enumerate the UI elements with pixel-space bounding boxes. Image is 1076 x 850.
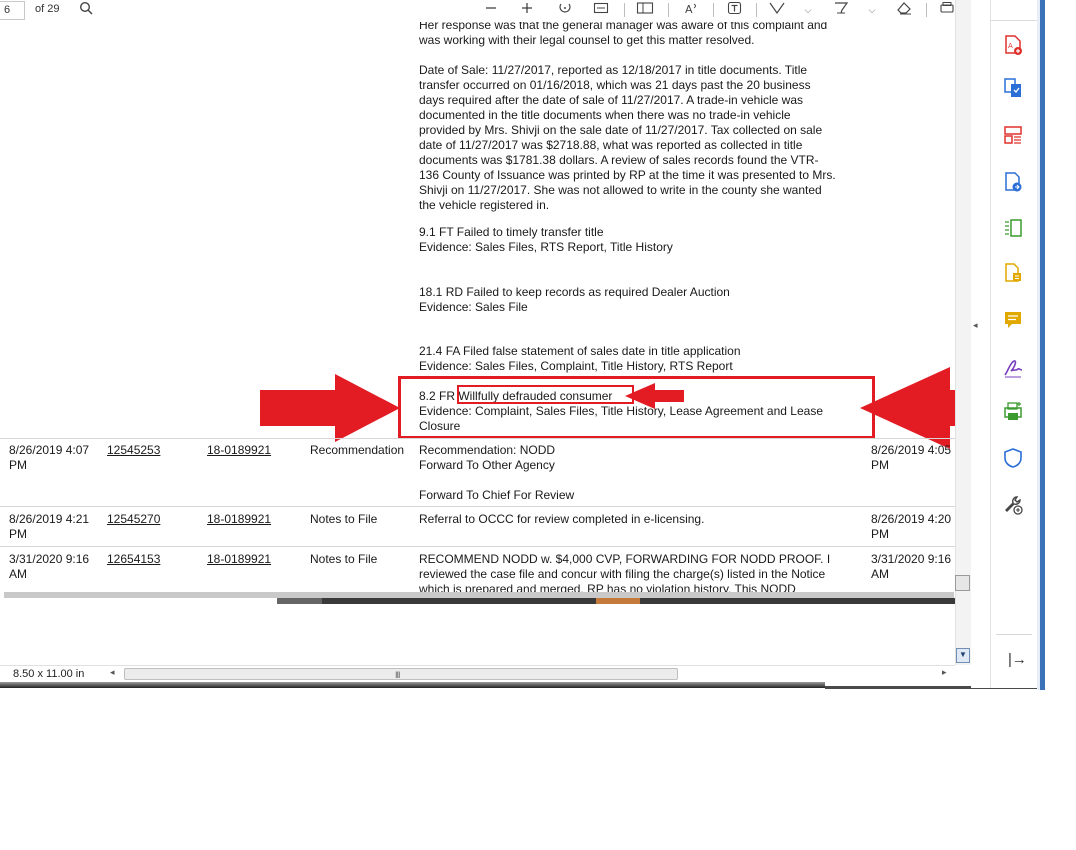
date-line: AM [9, 567, 27, 581]
date-line: PM [871, 527, 889, 541]
vertical-scrollbar[interactable] [955, 0, 972, 665]
row-case-link[interactable]: 18-0189921 [207, 512, 271, 527]
status-bar: 8.50 x 11.00 in ◂ III ▸ [0, 665, 955, 682]
more-tools-icon[interactable] [1002, 494, 1024, 516]
toolbar-divider [624, 3, 625, 17]
page-total-label: of 29 [35, 3, 60, 15]
rotate-icon[interactable] [557, 1, 573, 19]
table-row-divider [0, 546, 955, 547]
fill-sign-icon[interactable] [1002, 357, 1024, 379]
zoom-out-icon[interactable] [484, 1, 498, 19]
search-icon[interactable] [78, 1, 94, 19]
zoom-in-icon[interactable] [520, 1, 534, 19]
table-row-divider [0, 506, 955, 507]
date-line: 8/26/2019 4:07 [9, 443, 90, 457]
toolbar-divider [756, 3, 757, 17]
scroll-left-button[interactable]: ◂ [110, 667, 115, 678]
horizontal-scrollbar-thumb[interactable]: III [124, 668, 678, 680]
highlight-icon[interactable] [768, 1, 786, 19]
annotation-arrow-small [625, 383, 684, 409]
row-date: 8/26/2019 4:21 PM [9, 512, 89, 542]
date-line: 8/26/2019 4:21 [9, 512, 90, 526]
text-line: reviewed the case file and concur with f… [419, 567, 826, 581]
date-line: PM [871, 458, 889, 472]
text-box-icon[interactable] [727, 1, 743, 19]
date-line: PM [9, 458, 27, 472]
erase-icon[interactable] [895, 1, 913, 19]
text-line: RECOMMEND NODD w. $4,000 CVP, FORWARDING… [419, 552, 831, 566]
row-id-link[interactable]: 12545270 [107, 512, 160, 527]
date-line: 8/26/2019 4:05 [871, 443, 952, 457]
pane-top-line [990, 20, 1040, 21]
comment-icon[interactable] [1002, 309, 1024, 331]
text-line: Recommendation: NODD [419, 443, 556, 457]
pdf-viewer-window: 6 of 29 A ⌵ ⌵ Her response was that the … [0, 0, 1045, 690]
date-line: AM [871, 567, 889, 581]
table-row-divider [0, 438, 955, 439]
page-shadow-strip [596, 598, 640, 604]
pane-divider [990, 0, 991, 688]
date-line: 8/26/2019 4:20 [871, 512, 952, 526]
row-updated: 8/26/2019 4:05 PM [871, 443, 951, 473]
text-line: which is prepared and merged. RP has no … [419, 582, 796, 592]
protect-icon[interactable] [1002, 447, 1024, 469]
export-pdf-icon[interactable] [1002, 77, 1024, 99]
svg-text:A: A [1008, 42, 1013, 50]
page-shadow-strip [277, 598, 322, 604]
scrollbar-grip: III [395, 670, 400, 680]
chevron-down-icon[interactable]: ⌵ [867, 1, 877, 19]
row-notes: Recommendation: NODD Forward To Other Ag… [419, 443, 869, 503]
organize-pages-icon[interactable] [1002, 124, 1024, 146]
page-size-label[interactable]: 8.50 x 11.00 in [13, 668, 84, 680]
fit-width-icon[interactable] [593, 1, 609, 19]
row-case-link[interactable]: 18-0189921 [207, 443, 271, 458]
read-aloud-icon[interactable]: A [684, 1, 700, 19]
date-line: 3/31/2020 9:16 [871, 552, 952, 566]
collapse-pane-button[interactable]: ◂ [973, 320, 978, 331]
text-line: Forward To Other Agency [419, 458, 555, 472]
scroll-down-button[interactable]: ▼ [956, 648, 970, 663]
toolbar-divider [713, 3, 714, 17]
edit-pdf-icon[interactable] [1002, 171, 1024, 193]
page-number-input[interactable]: 6 [0, 1, 25, 20]
compress-pdf-icon[interactable] [1002, 217, 1024, 239]
exit-pane-icon[interactable]: |→ [1008, 651, 1027, 668]
draw-icon[interactable] [832, 1, 850, 19]
toolbar-divider [926, 3, 927, 17]
window-border [1040, 0, 1045, 690]
row-type: Notes to File [310, 552, 378, 566]
toolbar-divider [668, 3, 669, 17]
scroll-right-button[interactable]: ▸ [942, 667, 947, 678]
export-pages-icon[interactable] [1002, 262, 1024, 284]
create-pdf-icon[interactable]: A [1002, 34, 1024, 56]
row-notes: Referral to OCCC for review completed in… [419, 512, 705, 526]
chevron-down-icon[interactable]: ⌵ [803, 1, 813, 19]
text-line: Forward To Chief For Review [419, 488, 575, 502]
row-type: Recommendation [310, 443, 405, 457]
page-view-icon[interactable] [636, 1, 654, 19]
pane-divider [996, 634, 1032, 635]
row-updated: 3/31/2020 9:16 AM [871, 552, 951, 582]
annotation-arrow-left [260, 374, 400, 442]
date-line: 3/31/2020 9:16 [9, 552, 90, 566]
tools-pane [971, 0, 1045, 688]
row-id-link[interactable]: 12654153 [107, 552, 160, 567]
row-date: 3/31/2020 9:16 AM [9, 552, 89, 582]
document-toolbar: 6 of 29 A ⌵ ⌵ [0, 0, 960, 22]
row-date: 8/26/2019 4:07 PM [9, 443, 89, 473]
svg-text:A: A [685, 3, 693, 15]
row-case-link[interactable]: 18-0189921 [207, 552, 271, 567]
window-bottom-edge [0, 682, 825, 688]
print-production-icon[interactable] [1002, 400, 1024, 422]
print-icon[interactable] [939, 1, 955, 19]
row-type: Notes to File [310, 512, 378, 526]
row-notes: RECOMMEND NODD w. $4,000 CVP, FORWARDING… [419, 552, 869, 592]
annotation-arrow-right [860, 367, 955, 449]
row-updated: 8/26/2019 4:20 PM [871, 512, 951, 542]
row-id-link[interactable]: 12545253 [107, 443, 160, 458]
vertical-scrollbar-thumb[interactable] [955, 575, 970, 591]
date-line: PM [9, 527, 27, 541]
document-page: Her response was that the general manage… [0, 22, 955, 592]
